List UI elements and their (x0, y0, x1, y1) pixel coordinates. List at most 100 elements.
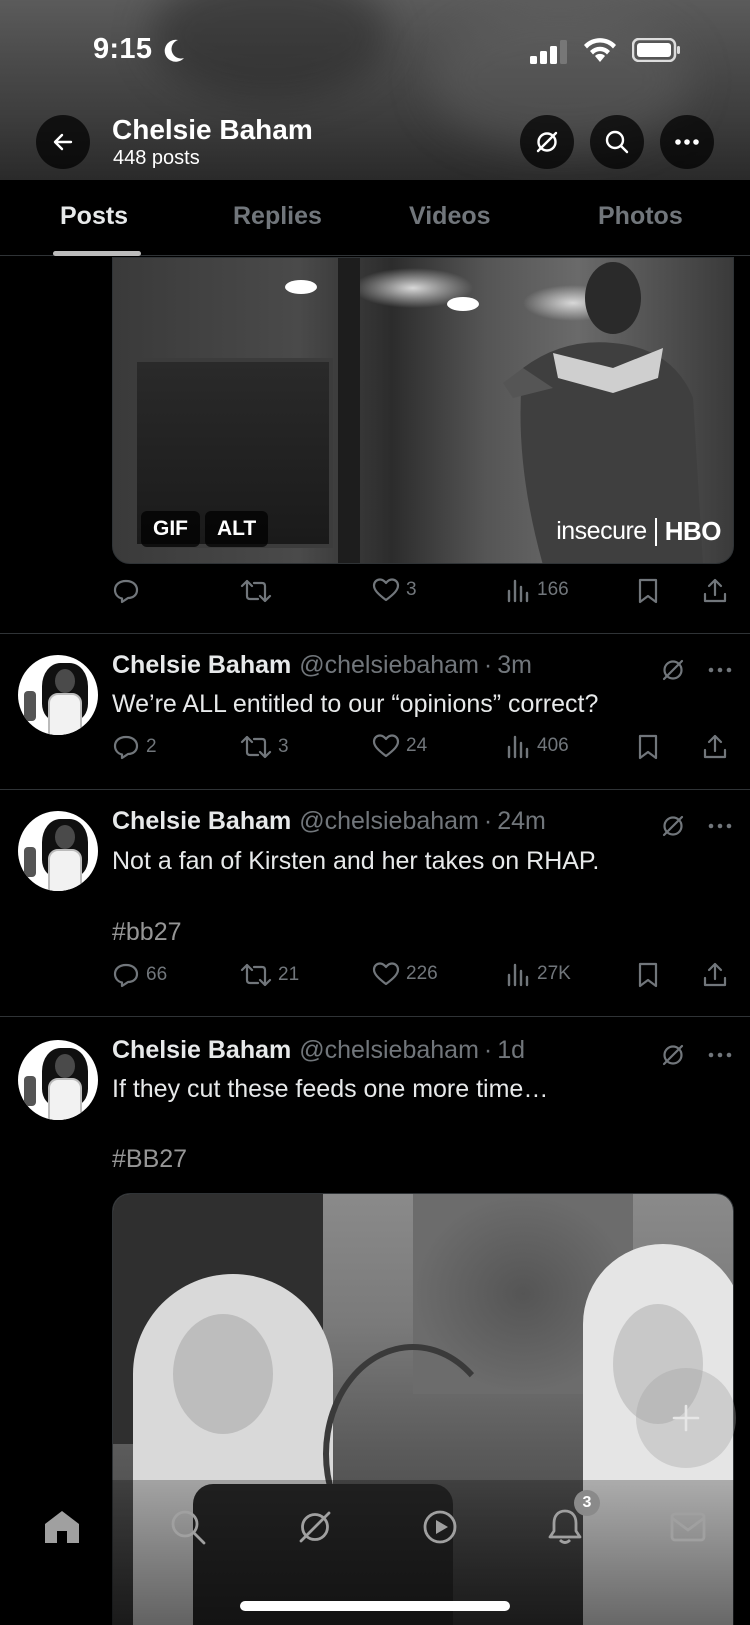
author-handle[interactable]: @chelsiebaham (299, 807, 479, 836)
views-button[interactable]: 406 (505, 733, 569, 759)
grok-icon[interactable] (660, 813, 686, 839)
tab-photos[interactable]: Photos (598, 202, 683, 231)
post4-header: Chelsie Baham @chelsiebaham · 1d (112, 1036, 525, 1065)
home-icon (45, 1511, 79, 1543)
alt-text-badge[interactable]: ALT (205, 511, 269, 547)
grok-icon[interactable] (660, 1042, 686, 1068)
reply-button[interactable] (112, 577, 140, 605)
gif-badge: GIF (141, 511, 200, 547)
more-horizontal-icon[interactable] (708, 667, 732, 673)
profile-header: 9:15 Chelsie Baham 448 posts (0, 0, 750, 180)
post1-action-bar: 3 166 (112, 577, 727, 611)
heart-icon (372, 578, 400, 602)
avatar[interactable] (18, 1040, 98, 1120)
tab-posts[interactable]: Posts (60, 202, 128, 231)
post-time[interactable]: 24m (497, 807, 546, 836)
repost-icon (240, 579, 272, 603)
nav-messages[interactable] (663, 1502, 713, 1552)
post3-header: Chelsie Baham @chelsiebaham · 24m (112, 807, 546, 836)
author-name[interactable]: Chelsie Baham (112, 807, 291, 836)
repost-icon (240, 735, 272, 759)
views-button[interactable]: 166 (505, 577, 569, 603)
post3-action-bar: 66 21 226 27K (112, 961, 727, 995)
post3-header-icons (660, 813, 732, 839)
post-divider (0, 633, 750, 634)
post4-header-icons (660, 1042, 732, 1068)
nav-explore[interactable] (163, 1502, 213, 1552)
post2-header-icons (660, 657, 732, 683)
nav-video[interactable] (415, 1502, 465, 1552)
status-bar: 9:15 (0, 0, 750, 100)
share-icon (703, 578, 727, 603)
like-button[interactable]: 3 (372, 577, 417, 603)
more-horizontal-icon[interactable] (708, 823, 732, 829)
nav-grok[interactable] (290, 1502, 340, 1552)
media-face-left (173, 1314, 273, 1434)
grok-icon (299, 1511, 331, 1543)
more-options-button[interactable] (660, 115, 714, 169)
more-horizontal-icon (675, 139, 699, 145)
arrow-left-icon (53, 133, 73, 151)
hashtag-link[interactable]: #bb27 (112, 918, 182, 947)
hashtag-link[interactable]: #BB27 (112, 1145, 187, 1174)
media-watermark: insecure HBO (556, 516, 721, 547)
like-button[interactable]: 226 (372, 961, 438, 987)
post2-action-bar: 2 3 24 406 (112, 733, 727, 767)
cellular-signal-icon (530, 40, 570, 64)
compose-post-button[interactable] (636, 1368, 736, 1468)
heart-icon (372, 734, 400, 758)
share-button[interactable] (702, 961, 728, 989)
media-ceiling-light (447, 297, 479, 311)
share-button[interactable] (702, 733, 728, 761)
repost-button[interactable] (240, 577, 272, 605)
moon-icon (162, 38, 186, 64)
repost-button[interactable]: 21 (240, 961, 299, 989)
tab-replies[interactable]: Replies (233, 202, 322, 231)
repost-button[interactable]: 3 (240, 733, 289, 761)
post-divider (0, 789, 750, 790)
search-icon (605, 130, 629, 154)
analytics-icon (507, 579, 529, 603)
heart-icon (372, 962, 400, 986)
back-button[interactable] (36, 115, 90, 169)
author-handle[interactable]: @chelsiebaham (299, 1036, 479, 1065)
home-indicator[interactable] (240, 1601, 510, 1611)
bell-icon (548, 1509, 582, 1544)
views-button[interactable]: 27K (505, 961, 571, 987)
view-count: 166 (537, 579, 569, 600)
author-name[interactable]: Chelsie Baham (112, 651, 291, 680)
author-handle[interactable]: @chelsiebaham (299, 651, 479, 680)
bookmark-button[interactable] (636, 961, 660, 989)
nav-home[interactable] (37, 1502, 87, 1552)
more-horizontal-icon[interactable] (708, 1052, 732, 1058)
profile-tabs: Posts Replies Videos Photos (0, 180, 750, 256)
post-gif-media[interactable]: GIF ALT insecure HBO (112, 257, 734, 564)
separator-dot: · (483, 651, 493, 679)
search-button[interactable] (590, 115, 644, 169)
post2-header: Chelsie Baham @chelsiebaham · 3m (112, 651, 532, 680)
post-time[interactable]: 3m (497, 651, 532, 680)
repost-icon (240, 963, 272, 987)
watermark-separator (654, 517, 657, 546)
reply-icon (113, 579, 139, 604)
reply-button[interactable]: 66 (112, 961, 167, 989)
grok-button[interactable] (520, 115, 574, 169)
reply-button[interactable]: 2 (112, 733, 157, 761)
reply-icon (113, 735, 139, 760)
post-text: We’re ALL entitled to our “opinions” cor… (112, 690, 599, 718)
avatar[interactable] (18, 655, 98, 735)
author-name[interactable]: Chelsie Baham (112, 1036, 291, 1065)
reply-count: 66 (146, 964, 168, 985)
share-button[interactable] (702, 577, 728, 605)
like-button[interactable]: 24 (372, 733, 427, 759)
bookmark-icon (638, 734, 658, 760)
tab-videos[interactable]: Videos (409, 202, 491, 231)
avatar[interactable] (18, 811, 98, 891)
separator-dot: · (483, 1036, 493, 1064)
status-time: 9:15 (93, 33, 153, 65)
bookmark-button[interactable] (636, 577, 660, 605)
analytics-icon (507, 735, 529, 759)
post-time[interactable]: 1d (497, 1036, 525, 1065)
grok-icon[interactable] (660, 657, 686, 683)
bookmark-button[interactable] (636, 733, 660, 761)
